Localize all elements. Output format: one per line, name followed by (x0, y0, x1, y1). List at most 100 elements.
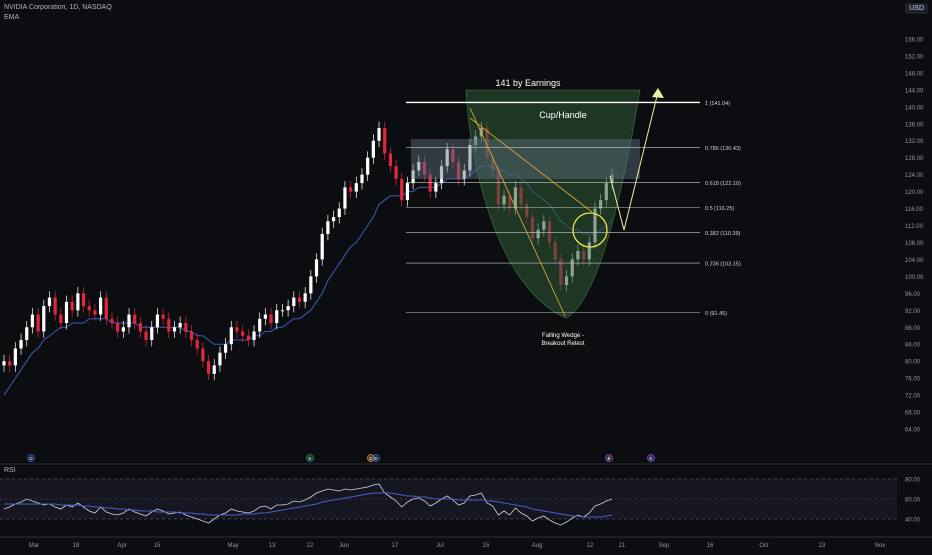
time-tick-label: Jun (339, 543, 349, 549)
time-tick-label: 15 (483, 543, 490, 549)
candle-body (388, 153, 392, 167)
candle-body (343, 187, 347, 209)
cup-handle-label: Cup/Handle (539, 110, 587, 120)
candle-body (8, 361, 12, 366)
candle-body (377, 128, 381, 141)
candle-body (246, 335, 250, 340)
time-tick-label: Aug (532, 543, 543, 549)
candle-body (224, 344, 228, 353)
candle-body (360, 174, 364, 184)
candle-body (167, 318, 171, 332)
event-marker-label: E (308, 456, 311, 461)
candle-body (383, 128, 387, 154)
candle-body (297, 297, 302, 302)
candle-body (36, 314, 40, 332)
candle-body (110, 318, 114, 324)
candle-body (42, 306, 46, 332)
time-tick-label: 13 (269, 543, 276, 549)
price-tick-label: 108.00 (905, 241, 924, 247)
candle-body (434, 183, 438, 192)
candle-body (64, 301, 69, 324)
price-tick-label: 112.00 (905, 224, 924, 230)
currency-badge[interactable]: USD (905, 3, 928, 14)
earnings-target-label: 141 by Earnings (495, 78, 561, 88)
event-marker-label: ⚡ (606, 455, 612, 462)
candle-body (47, 297, 52, 307)
time-tick-label: Mar (29, 543, 39, 549)
candle-body (133, 314, 137, 324)
rsi-indicator-label[interactable]: RSI (4, 467, 16, 474)
price-tick-label: 92.00 (905, 309, 921, 315)
price-tick-label: 80.00 (905, 360, 921, 366)
candle-body (212, 365, 216, 374)
fib-level-label: 0.5 (116.25) (705, 206, 734, 212)
price-tick-label: 72.00 (905, 394, 921, 400)
candle-body (81, 293, 86, 307)
price-tick-label: 148.00 (905, 71, 924, 77)
event-markers[interactable]: D E D D ⚡ E (27, 454, 655, 463)
candle-body (269, 314, 273, 324)
candle-body (195, 339, 199, 349)
candle-body (309, 276, 313, 294)
price-tick-label: 140.00 (905, 105, 924, 111)
time-tick-label: 17 (392, 543, 399, 549)
candle-body (218, 352, 222, 366)
time-tick-label: Jul (436, 543, 444, 549)
candle-body (93, 310, 97, 315)
price-tick-label: 84.00 (905, 343, 921, 349)
time-tick-label: 15 (154, 543, 161, 549)
ema-indicator-label[interactable]: EMA (4, 14, 19, 21)
time-axis: Mar 18 Apr 15 May 13 22 Jun 17 Jul 15 Aug 12 21 Sep 16 O… (29, 543, 886, 549)
cup-shape (465, 89, 641, 319)
time-tick-label: Apr (117, 543, 126, 549)
price-tick-label: 100.00 (905, 275, 924, 281)
candle-body (241, 331, 245, 336)
candle-body (53, 297, 57, 315)
time-tick-label: Sep (659, 543, 670, 549)
candle-body (19, 339, 23, 349)
candle-body (229, 327, 233, 345)
candle-body (189, 331, 194, 340)
symbol-title[interactable]: NVIDIA Corporation, 1D, NASDAQ (4, 4, 112, 11)
price-tick-label: 156.00 (905, 38, 924, 44)
candle-body (127, 314, 131, 328)
candle-body (394, 166, 398, 179)
candle-body (354, 183, 358, 192)
fib-level-label: 0.236 (103.15) (705, 262, 741, 268)
time-tick-label: 12 (587, 543, 594, 549)
candle-body (331, 217, 336, 222)
time-tick-label: 18 (73, 543, 80, 549)
candle-body (70, 301, 74, 311)
candle-body (178, 323, 182, 328)
rsi-tick-label: 40.00 (905, 518, 921, 524)
candle-body (206, 361, 211, 374)
rsi-tick-label: 60.00 (905, 498, 921, 504)
candle-body (303, 293, 307, 302)
time-tick-label: 23 (819, 543, 826, 549)
price-tick-label: 124.00 (905, 173, 924, 179)
candle-body (292, 297, 296, 307)
candle-body (320, 234, 324, 260)
candle-body (104, 297, 108, 319)
chart-canvas[interactable]: 64.00 68.00 72.00 76.00 80.00 84.00 88.00 92.00… (0, 0, 932, 550)
price-tick-label: 152.00 (905, 54, 924, 60)
fib-level-label: 1 (141.04) (705, 101, 730, 107)
fib-zone-highlight (411, 139, 640, 179)
candle-body (172, 327, 177, 332)
price-tick-label: 136.00 (905, 122, 924, 128)
candle-body (59, 314, 63, 324)
candle-body (138, 323, 142, 332)
candle-body (144, 331, 148, 340)
price-tick-label: 128.00 (905, 156, 924, 162)
candle-body (275, 310, 279, 324)
price-tick-label: 116.00 (905, 207, 924, 213)
candle-body (280, 310, 285, 312)
time-tick-label: Nov (875, 543, 886, 549)
candle-body (30, 314, 35, 328)
time-tick-label: May (227, 543, 238, 549)
price-axis: 64.00 68.00 72.00 76.00 80.00 84.00 88.00 92.00… (905, 38, 924, 434)
candle-body (405, 183, 410, 201)
candle-body (201, 348, 205, 362)
time-tick-label: Oct (759, 543, 769, 549)
candle-body (87, 306, 91, 311)
